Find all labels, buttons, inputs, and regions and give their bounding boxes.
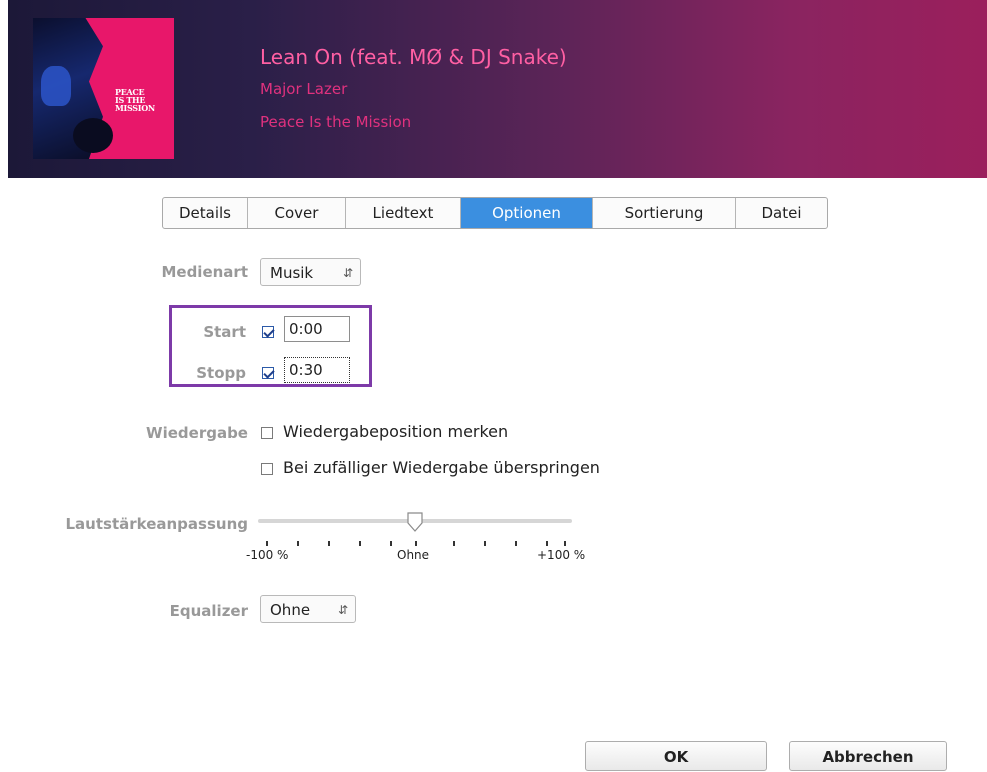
slider-tick [328, 541, 330, 546]
media-kind-select[interactable]: Musik ⇵ [260, 258, 361, 286]
slider-tick [390, 541, 392, 546]
media-kind-value: Musik [270, 264, 314, 282]
slider-tick [297, 541, 299, 546]
album-cover-lettering: PEACE IS THE MISSION [115, 87, 155, 113]
cancel-button[interactable]: Abbrechen [789, 741, 947, 771]
volume-max-label: +100 % [537, 548, 586, 562]
playback-label: Wiedergabe [146, 424, 248, 442]
slider-tick [515, 541, 517, 546]
tab-cover[interactable]: Cover [248, 198, 346, 228]
volume-mid-label: Ohne [397, 548, 430, 562]
start-checkbox[interactable] [262, 326, 274, 338]
slider-tick [564, 541, 566, 546]
slider-tick [415, 541, 417, 546]
track-title: Lean On (feat. MØ & DJ Snake) [260, 45, 567, 69]
album-cover: PEACE IS THE MISSION [33, 18, 174, 159]
start-label: Start [203, 323, 246, 341]
stop-label: Stopp [196, 364, 246, 382]
slider-tick [359, 541, 361, 546]
track-album: Peace Is the Mission [260, 113, 412, 131]
tab-options[interactable]: Optionen [461, 198, 593, 228]
media-kind-label: Medienart [161, 263, 248, 281]
equalizer-value: Ohne [270, 601, 311, 619]
chevron-updown-icon: ⇵ [337, 603, 348, 617]
volume-label: Lautstärkeanpassung [65, 515, 248, 533]
equalizer-select[interactable]: Ohne ⇵ [260, 595, 356, 623]
slider-tick [546, 541, 548, 546]
skip-shuffle-label[interactable]: Bei zufälliger Wiedergabe überspringen [283, 458, 600, 477]
tab-details[interactable]: Details [163, 198, 248, 228]
slider-tick [266, 541, 268, 546]
volume-min-label: -100 % [246, 548, 289, 562]
volume-slider-thumb[interactable] [406, 512, 424, 532]
equalizer-label: Equalizer [169, 602, 248, 620]
start-time-field[interactable]: 0:00 [284, 316, 350, 342]
skip-shuffle-checkbox[interactable] [261, 463, 273, 475]
tab-sorting[interactable]: Sortierung [593, 198, 736, 228]
remember-position-checkbox[interactable] [261, 427, 273, 439]
ok-button[interactable]: OK [585, 741, 767, 771]
stop-checkbox[interactable] [262, 367, 274, 379]
track-header: PEACE IS THE MISSION Lean On (feat. MØ & D… [8, 0, 987, 178]
tab-bar: Details Cover Liedtext Optionen Sortieru… [162, 197, 828, 229]
remember-position-label[interactable]: Wiedergabeposition merken [283, 422, 508, 441]
chevron-updown-icon: ⇵ [342, 266, 353, 280]
stop-time-field[interactable]: 0:30 [284, 357, 350, 383]
slider-tick [484, 541, 486, 546]
slider-tick [453, 541, 455, 546]
track-artist: Major Lazer [260, 80, 348, 98]
tab-lyrics[interactable]: Liedtext [346, 198, 461, 228]
tab-file[interactable]: Datei [736, 198, 827, 228]
